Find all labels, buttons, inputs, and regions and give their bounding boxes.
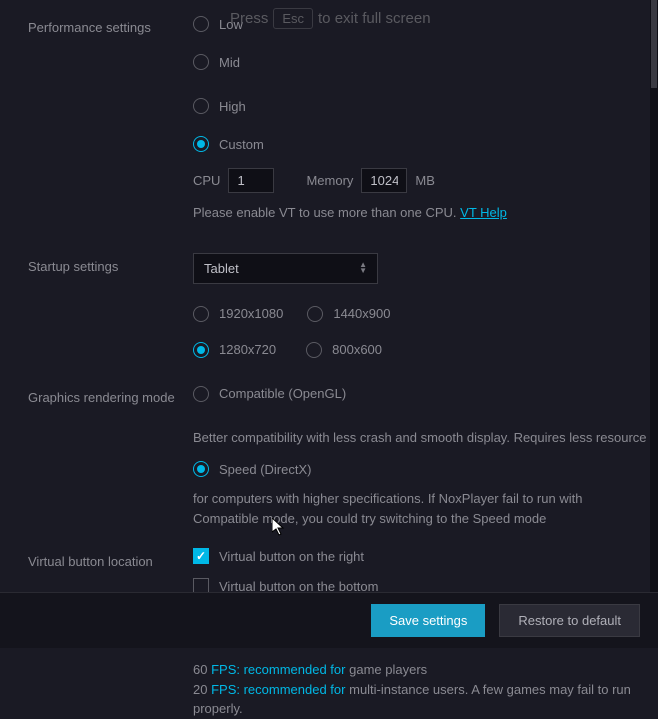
memory-input[interactable] xyxy=(361,168,407,193)
performance-section-label: Performance settings xyxy=(28,14,193,35)
perf-radio-high[interactable]: High xyxy=(193,96,658,116)
radio-icon xyxy=(193,54,209,70)
res-radio-1920x1080[interactable]: 1920x1080 xyxy=(193,304,283,324)
scroll-thumb[interactable] xyxy=(651,0,657,88)
vt-note-text: Please enable VT to use more than one CP… xyxy=(193,205,457,220)
compat-note: Better compatibility with less crash and… xyxy=(193,428,658,448)
memory-label: Memory xyxy=(306,173,353,188)
fps-note-20: 20 FPS: recommended for multi-instance u… xyxy=(193,680,658,719)
radio-icon xyxy=(193,306,209,322)
graphics-radio-compatible[interactable]: Compatible (OpenGL) xyxy=(193,384,658,404)
radio-icon xyxy=(193,98,209,114)
updown-icon: ▲▼ xyxy=(359,262,367,274)
perf-radio-custom[interactable]: Custom xyxy=(193,134,658,154)
fps-note-60: 60 FPS: recommended for game players xyxy=(193,660,658,680)
cpu-input[interactable] xyxy=(228,168,274,193)
radio-icon xyxy=(193,136,209,152)
res-radio-1440x900[interactable]: 1440x900 xyxy=(307,304,390,324)
speed-note: for computers with higher specifications… xyxy=(193,489,658,528)
res-radio-1280x720[interactable]: 1280x720 xyxy=(193,340,276,360)
cpu-label: CPU xyxy=(193,173,220,188)
vbutton-right-checkbox[interactable]: Virtual button on the right xyxy=(193,548,658,564)
radio-icon xyxy=(193,342,209,358)
vt-help-link[interactable]: VT Help xyxy=(460,205,507,220)
graphics-section-label: Graphics rendering mode xyxy=(28,384,193,405)
radio-icon xyxy=(193,461,209,477)
startup-section-label: Startup settings xyxy=(28,253,193,274)
radio-icon xyxy=(306,342,322,358)
checkbox-icon xyxy=(193,548,209,564)
save-settings-button[interactable]: Save settings xyxy=(371,604,485,637)
device-select[interactable]: Tablet ▲▼ xyxy=(193,253,378,284)
graphics-radio-speed[interactable]: Speed (DirectX) xyxy=(193,459,658,479)
esc-key-badge: Esc xyxy=(273,8,313,29)
radio-icon xyxy=(193,16,209,32)
radio-icon xyxy=(307,306,323,322)
radio-icon xyxy=(193,386,209,402)
res-radio-800x600[interactable]: 800x600 xyxy=(306,340,382,360)
vbutton-section-label: Virtual button location xyxy=(28,548,193,569)
footer: Save settings Restore to default xyxy=(0,592,658,648)
memory-unit: MB xyxy=(415,173,435,188)
scrollbar[interactable] xyxy=(650,0,658,596)
perf-radio-mid[interactable]: Mid xyxy=(193,52,658,72)
restore-default-button[interactable]: Restore to default xyxy=(499,604,640,637)
esc-fullscreen-hint: Press Esc to exit full screen xyxy=(230,8,431,29)
